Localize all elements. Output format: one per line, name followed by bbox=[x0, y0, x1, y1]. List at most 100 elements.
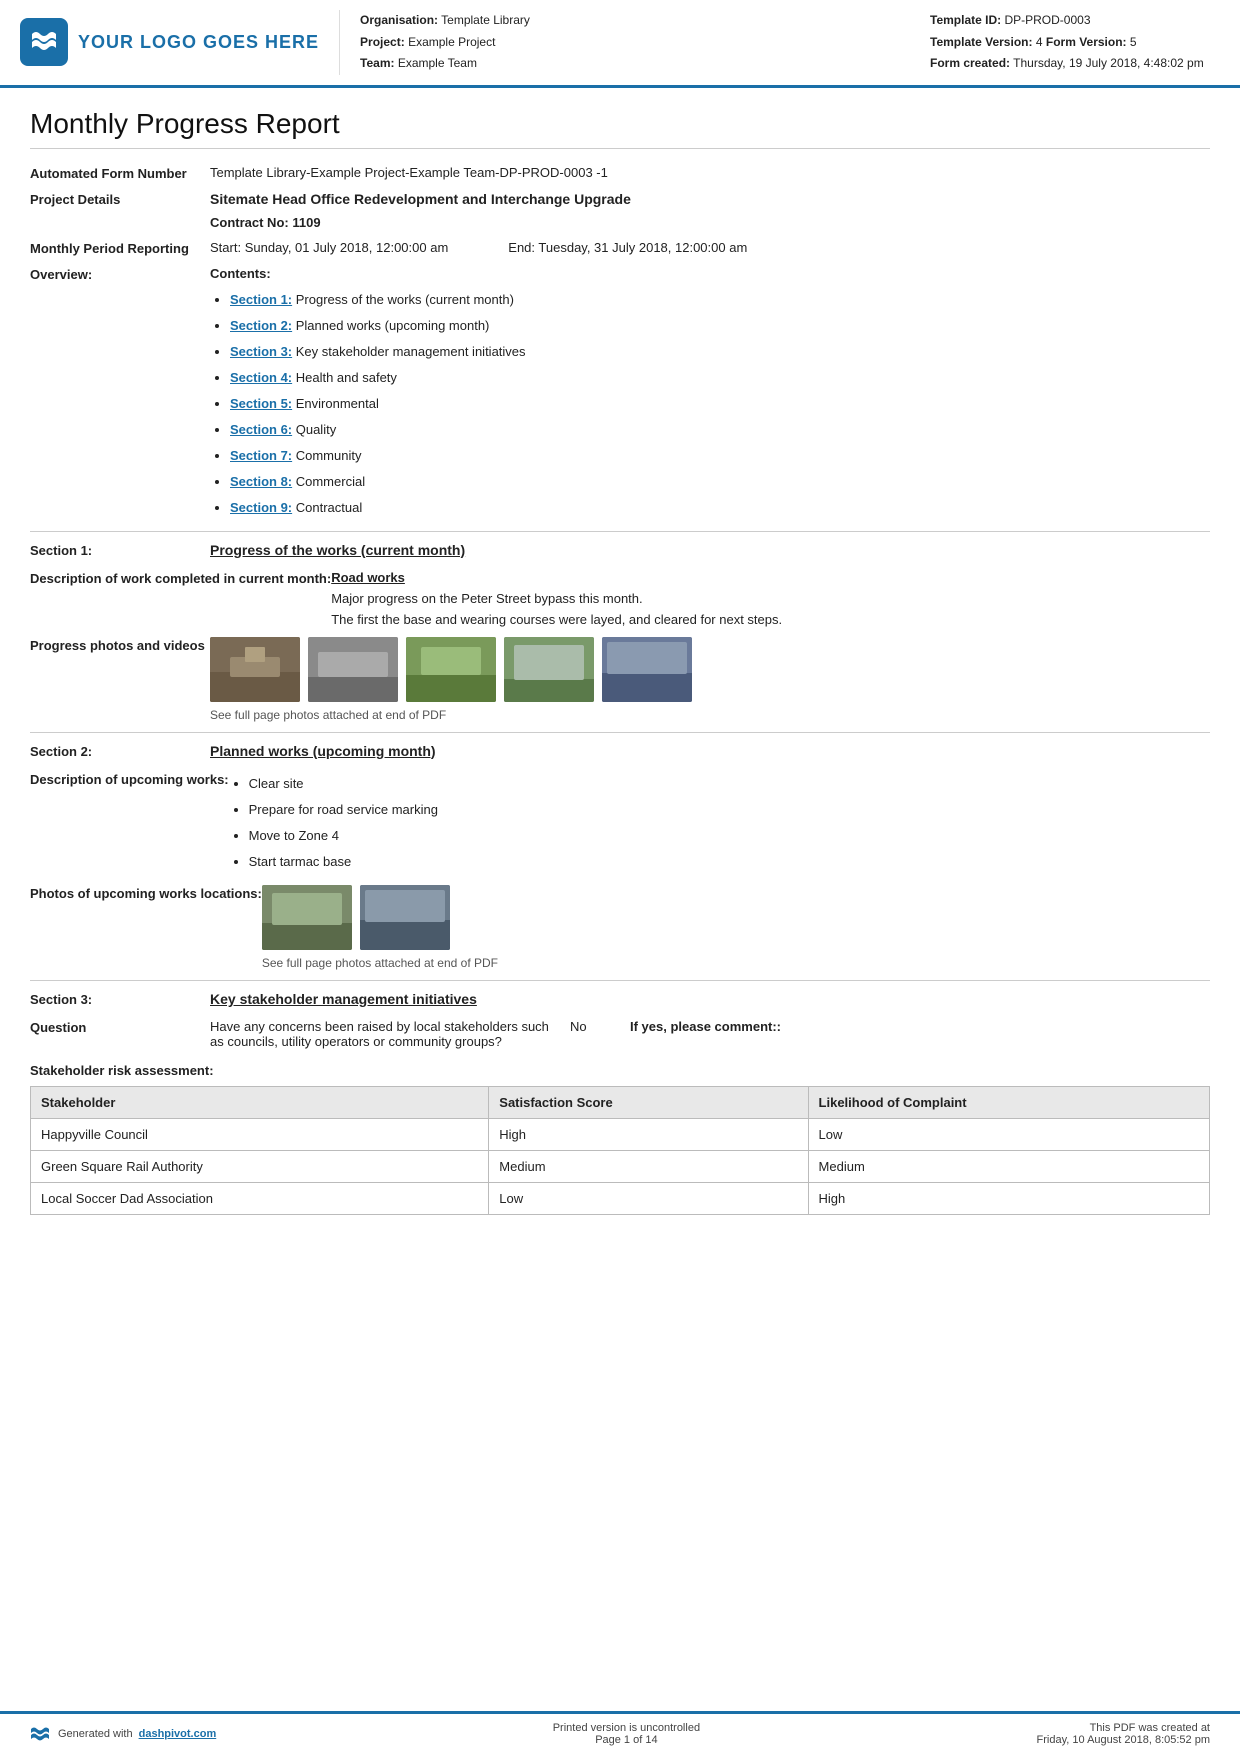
org-label: Organisation: bbox=[360, 13, 438, 27]
section1-label: Section 1: bbox=[30, 542, 210, 558]
section2-label: Section 2: bbox=[30, 743, 210, 759]
contents-section-text: Contractual bbox=[292, 500, 362, 515]
photos-caption: See full page photos attached at end of … bbox=[210, 708, 1210, 722]
main-content: Monthly Progress Report Automated Form N… bbox=[0, 88, 1240, 1711]
footer-printed-text: Printed version is uncontrolled bbox=[553, 1722, 700, 1734]
period-start-value: Sunday, 01 July 2018, 12:00:00 am bbox=[245, 240, 449, 255]
desc-work-text2: The first the base and wearing courses w… bbox=[331, 612, 1210, 627]
contract-no: Contract No: 1109 bbox=[210, 215, 1210, 230]
period-end-value: Tuesday, 31 July 2018, 12:00:00 am bbox=[538, 240, 747, 255]
question-row: Question Have any concerns been raised b… bbox=[30, 1019, 1210, 1049]
period-end-label: End: bbox=[508, 240, 535, 255]
contract-value: 1109 bbox=[292, 215, 320, 230]
form-version-label: Form Version: bbox=[1046, 35, 1127, 49]
contents-list-item: Section 7: Community bbox=[230, 443, 1210, 469]
table-row: Green Square Rail AuthorityMediumMedium bbox=[31, 1150, 1210, 1182]
contents-list-item: Section 5: Environmental bbox=[230, 391, 1210, 417]
desc-work-label: Description of work completed in current… bbox=[30, 570, 331, 586]
form-created-label: Form created: bbox=[930, 56, 1010, 70]
template-id-label: Template ID: bbox=[930, 13, 1001, 27]
form-created-value: Thursday, 19 July 2018, 4:48:02 pm bbox=[1013, 56, 1204, 70]
contents-section-text: Quality bbox=[292, 422, 336, 437]
question-label: Question bbox=[30, 1019, 210, 1035]
contents-section-link[interactable]: Section 1: bbox=[230, 292, 292, 307]
contents-section-link[interactable]: Section 4: bbox=[230, 370, 292, 385]
contents-section-text: Commercial bbox=[292, 474, 365, 489]
table-row: Happyville CouncilHighLow bbox=[31, 1118, 1210, 1150]
project-details-value: Sitemate Head Office Redevelopment and I… bbox=[210, 191, 1210, 230]
photo-grid bbox=[210, 637, 1210, 702]
project-details-text: Sitemate Head Office Redevelopment and I… bbox=[210, 191, 1210, 207]
form-version-value: 5 bbox=[1130, 35, 1137, 49]
question-answer: No bbox=[550, 1019, 630, 1034]
section3-row: Section 3: Key stakeholder management in… bbox=[30, 991, 1210, 1007]
monthly-period-value: Start: Sunday, 01 July 2018, 12:00:00 am… bbox=[210, 240, 1210, 255]
stakeholder-title: Stakeholder risk assessment: bbox=[30, 1063, 1210, 1078]
footer-center: Printed version is uncontrolled Page 1 o… bbox=[553, 1722, 700, 1746]
table-cell: Low bbox=[489, 1182, 808, 1214]
desc-work-row: Description of work completed in current… bbox=[30, 570, 1210, 627]
template-version-label: Template Version: bbox=[930, 35, 1032, 49]
contents-list-item: Section 8: Commercial bbox=[230, 469, 1210, 495]
overview-row: Overview: Contents: Section 1: Progress … bbox=[30, 266, 1210, 521]
contents-section-link[interactable]: Section 2: bbox=[230, 318, 292, 333]
automated-form-row: Automated Form Number Template Library-E… bbox=[30, 165, 1210, 181]
contents-section-link[interactable]: Section 5: bbox=[230, 396, 292, 411]
upcoming-list-item: Prepare for road service marking bbox=[249, 797, 1210, 823]
upcoming-works-value: Clear sitePrepare for road service marki… bbox=[229, 771, 1210, 875]
footer: Generated with dashpivot.com Printed ver… bbox=[0, 1711, 1240, 1754]
table-header-cell: Stakeholder bbox=[31, 1086, 489, 1118]
template-version-value: 4 bbox=[1036, 35, 1043, 49]
contents-section-link[interactable]: Section 3: bbox=[230, 344, 292, 359]
footer-generated-text: Generated with bbox=[58, 1728, 133, 1740]
automated-form-value: Template Library-Example Project-Example… bbox=[210, 165, 1210, 180]
photo-thumb-5 bbox=[602, 637, 692, 702]
footer-logo-icon bbox=[30, 1725, 52, 1743]
logo-area: YOUR LOGO GOES HERE bbox=[20, 10, 340, 75]
footer-brand-link[interactable]: dashpivot.com bbox=[139, 1728, 217, 1740]
period-dates: Start: Sunday, 01 July 2018, 12:00:00 am… bbox=[210, 240, 1210, 255]
photo-thumb-2 bbox=[308, 637, 398, 702]
contents-section-link[interactable]: Section 7: bbox=[230, 448, 292, 463]
logo-icon bbox=[20, 18, 68, 66]
question-comment-label: If yes, please comment:: bbox=[630, 1019, 1210, 1034]
team-value: Example Team bbox=[398, 56, 477, 70]
upcoming-list-item: Clear site bbox=[249, 771, 1210, 797]
header-meta-right: Template ID: DP-PROD-0003 Template Versi… bbox=[930, 10, 1210, 75]
upcoming-works-row: Description of upcoming works: Clear sit… bbox=[30, 771, 1210, 875]
upcoming-photo-2 bbox=[360, 885, 450, 950]
contents-section-link[interactable]: Section 9: bbox=[230, 500, 292, 515]
contents-section-text: Community bbox=[292, 448, 361, 463]
progress-photos-value: See full page photos attached at end of … bbox=[210, 637, 1210, 722]
contents-section-link[interactable]: Section 6: bbox=[230, 422, 292, 437]
org-value: Template Library bbox=[441, 13, 530, 27]
progress-photos-label: Progress photos and videos bbox=[30, 637, 210, 653]
logo-text: YOUR LOGO GOES HERE bbox=[78, 32, 319, 53]
stakeholder-table: StakeholderSatisfaction ScoreLikelihood … bbox=[30, 1086, 1210, 1215]
period-start-label: Start: bbox=[210, 240, 241, 255]
overview-label: Overview: bbox=[30, 266, 210, 282]
section3-label: Section 3: bbox=[30, 991, 210, 1007]
desc-work-text1: Major progress on the Peter Street bypas… bbox=[331, 591, 1210, 606]
contents-section-link[interactable]: Section 8: bbox=[230, 474, 292, 489]
contract-label: Contract No: bbox=[210, 215, 289, 230]
project-details-label: Project Details bbox=[30, 191, 210, 207]
table-header-cell: Likelihood of Complaint bbox=[808, 1086, 1209, 1118]
section2-title: Planned works (upcoming month) bbox=[210, 743, 1210, 759]
table-cell: High bbox=[808, 1182, 1209, 1214]
table-header-row: StakeholderSatisfaction ScoreLikelihood … bbox=[31, 1086, 1210, 1118]
upcoming-works-label: Description of upcoming works: bbox=[30, 771, 229, 787]
monthly-period-label: Monthly Period Reporting bbox=[30, 240, 210, 256]
desc-work-value: Road works Major progress on the Peter S… bbox=[331, 570, 1210, 627]
footer-left: Generated with dashpivot.com bbox=[30, 1725, 216, 1743]
section2-row: Section 2: Planned works (upcoming month… bbox=[30, 743, 1210, 759]
contents-list-item: Section 9: Contractual bbox=[230, 495, 1210, 521]
question-content: Have any concerns been raised by local s… bbox=[210, 1019, 1210, 1049]
contents-list-item: Section 2: Planned works (upcoming month… bbox=[230, 313, 1210, 339]
footer-right: This PDF was created at Friday, 10 Augus… bbox=[1037, 1722, 1210, 1746]
upcoming-photo-1 bbox=[262, 885, 352, 950]
contents-list-item: Section 1: Progress of the works (curren… bbox=[230, 287, 1210, 313]
upcoming-photos-row: Photos of upcoming works locations: bbox=[30, 885, 1210, 970]
footer-pdf-created-text: This PDF was created at bbox=[1037, 1722, 1210, 1734]
contents-section-text: Key stakeholder management initiatives bbox=[292, 344, 525, 359]
